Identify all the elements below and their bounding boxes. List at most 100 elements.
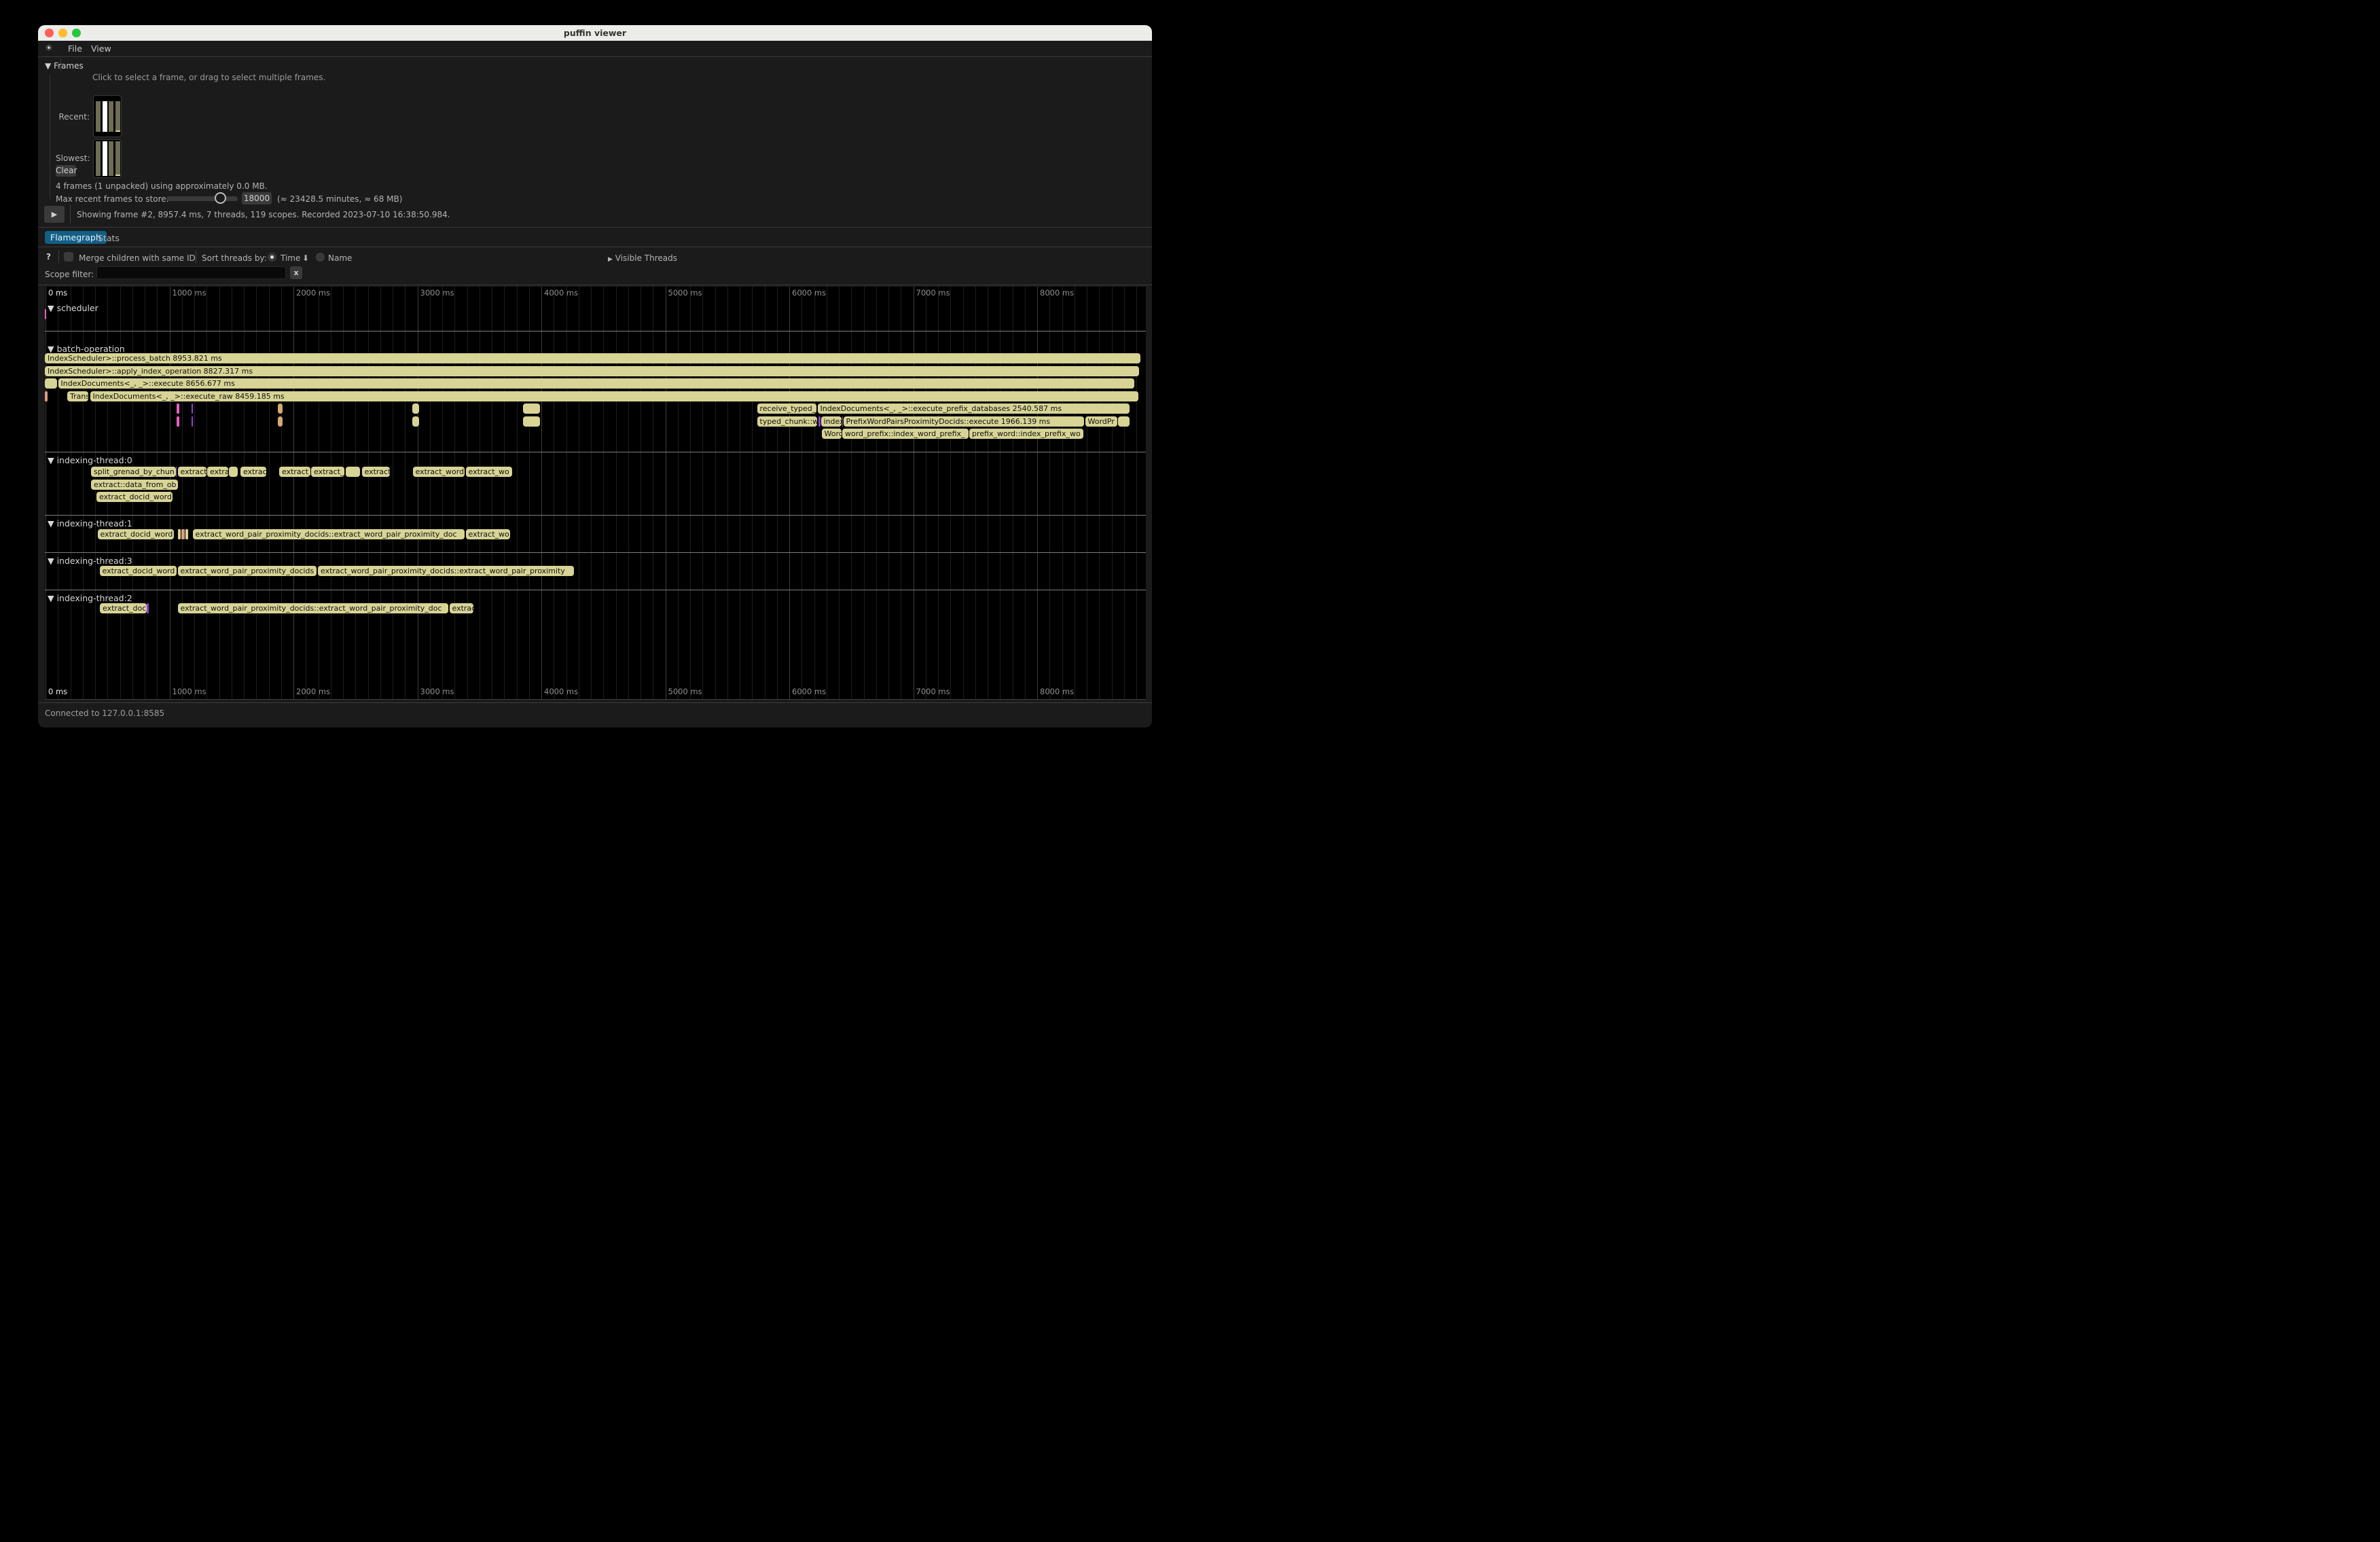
help-button[interactable]: ?	[46, 252, 51, 262]
scope-bar[interactable]: IndexDocuments<_, _>::execute_prefix_dat…	[818, 404, 1130, 414]
slowest-frames-thumbnail[interactable]	[93, 139, 122, 178]
sort-name-radio[interactable]	[316, 253, 325, 262]
scope-bar[interactable]	[177, 416, 179, 427]
thread-header-indexing-thread:1[interactable]: ▼ indexing-thread:1	[48, 518, 132, 528]
clear-button[interactable]: Clear	[56, 165, 76, 177]
scope-bar[interactable]	[278, 416, 283, 427]
thread-header-indexing-thread:3[interactable]: ▼ indexing-thread:3	[48, 556, 132, 566]
tab-stats[interactable]: Stats	[98, 233, 120, 243]
scope-bar[interactable]: Trans	[67, 391, 88, 401]
grid-line	[281, 287, 282, 700]
clear-filter-button[interactable]: x	[290, 266, 302, 279]
scope-bar[interactable]	[147, 603, 149, 613]
scope-bar[interactable]	[842, 416, 844, 427]
scope-bar[interactable]: extrac	[240, 467, 266, 477]
scope-bar[interactable]: extract_word_pair_proximity_docids::extr…	[193, 529, 465, 539]
frame-bar[interactable]	[103, 141, 107, 176]
scope-bar[interactable]	[177, 404, 179, 414]
scope-bar[interactable]: extract	[362, 467, 391, 477]
frame-bar[interactable]	[109, 141, 113, 176]
scope-bar[interactable]: extract_word_pair_proximity_docids	[178, 566, 317, 576]
recent-frames-thumbnail[interactable]	[93, 95, 122, 137]
frame-bar[interactable]	[109, 101, 113, 132]
scope-bar[interactable]	[818, 416, 821, 427]
scope-bar[interactable]	[412, 416, 419, 427]
axis-tick-label: 3000 ms	[420, 687, 454, 696]
frame-bar[interactable]	[115, 141, 120, 176]
frame-bar[interactable]	[103, 101, 107, 132]
scope-bar[interactable]	[229, 467, 238, 477]
frames-section-header[interactable]: ▼ Frames	[45, 61, 84, 71]
theme-toggle-icon[interactable]: ☀	[42, 42, 56, 56]
scope-bar[interactable]	[181, 529, 185, 539]
sort-time-label[interactable]: Time	[281, 253, 300, 263]
scope-bar[interactable]: extract_doc	[100, 603, 147, 613]
sort-direction-icon[interactable]: ⬇	[302, 253, 309, 263]
scope-bar[interactable]	[45, 309, 46, 319]
thread-header-scheduler[interactable]: ▼ scheduler	[48, 303, 98, 313]
frame-bar[interactable]	[115, 101, 120, 132]
scope-bar[interactable]	[278, 404, 283, 414]
scope-bar[interactable]: typed_chunk::w	[757, 416, 817, 427]
flamegraph-canvas[interactable]: 0 ms0 ms1000 ms1000 ms2000 ms2000 ms3000…	[45, 287, 1146, 700]
scope-bar[interactable]	[45, 391, 48, 401]
scope-bar[interactable]: extract_wo	[466, 529, 511, 539]
scope-bar[interactable]: receive_typed_	[757, 404, 816, 414]
scope-bar[interactable]: prefix_word::index_prefix_wo	[969, 429, 1083, 439]
scope-bar[interactable]: extract	[178, 467, 206, 477]
scope-filter-input[interactable]	[96, 266, 286, 279]
scope-bar[interactable]: extrac	[450, 603, 474, 613]
scope-bar[interactable]: extract_docid_word	[96, 492, 173, 502]
max-frames-slider[interactable]	[166, 196, 238, 201]
grid-line	[814, 287, 815, 700]
frame-bar[interactable]	[96, 141, 101, 176]
scope-bar[interactable]: index	[821, 416, 842, 427]
thread-header-indexing-thread:0[interactable]: ▼ indexing-thread:0	[48, 455, 132, 465]
visible-threads-toggle[interactable]: ▶ Visible Threads	[608, 253, 677, 263]
scope-bar[interactable]: extract_	[279, 467, 310, 477]
menu-file[interactable]: File	[68, 43, 82, 54]
merge-children-checkbox[interactable]	[64, 252, 73, 262]
scope-bar[interactable]	[523, 416, 540, 427]
scope-bar[interactable]	[176, 467, 177, 477]
sort-time-radio[interactable]	[268, 253, 276, 262]
grid-line	[603, 287, 604, 700]
scope-label: extra	[207, 467, 228, 477]
scope-bar[interactable]: IndexDocuments<_, _>::execute_raw 8459.1…	[90, 391, 1139, 401]
scope-bar[interactable]: extract::data_from_ob	[91, 480, 178, 490]
scope-bar[interactable]	[412, 404, 419, 414]
scope-bar[interactable]: Word	[822, 429, 842, 439]
scope-bar[interactable]: extract_word	[413, 467, 465, 477]
scope-bar[interactable]: IndexDocuments<_, _>::execute 8656.677 m…	[58, 378, 1134, 389]
sort-name-label[interactable]: Name	[328, 253, 352, 263]
scope-bar[interactable]: extract_word_pair_proximity_docids::extr…	[318, 566, 574, 576]
scope-bar[interactable]: split_grenad_by_chun	[91, 467, 176, 477]
scope-bar[interactable]	[192, 416, 193, 427]
play-button[interactable]: ▶	[44, 206, 65, 223]
scope-bar[interactable]: IndexScheduler>::apply_index_operation 8…	[45, 366, 1139, 376]
scope-bar[interactable]	[523, 404, 540, 414]
scope-bar[interactable]: IndexScheduler>::process_batch 8953.821 …	[45, 353, 1140, 363]
thread-header-batch-operation[interactable]: ▼ batch-operation	[48, 344, 125, 354]
scope-bar[interactable]	[346, 467, 360, 477]
scope-bar[interactable]: WordPr	[1085, 416, 1117, 427]
scope-bar[interactable]	[1118, 416, 1130, 427]
scope-bar[interactable]: extract_word_pair_proximity_docids::extr…	[178, 603, 449, 613]
scope-bar[interactable]: extract_wo	[466, 467, 512, 477]
scope-bar[interactable]	[192, 404, 193, 414]
menu-view[interactable]: View	[91, 43, 111, 54]
scope-bar[interactable]: extra	[207, 467, 228, 477]
scope-bar[interactable]	[45, 378, 57, 389]
scope-bar[interactable]: PrefixWordPairsProximityDocids::execute …	[844, 416, 1084, 427]
scope-bar[interactable]: extract_	[311, 467, 344, 477]
scope-bar[interactable]: extract_docid_word	[100, 566, 177, 576]
frame-bar[interactable]	[96, 101, 101, 132]
scope-bar[interactable]	[178, 529, 181, 539]
scope-bar[interactable]	[185, 529, 188, 539]
grid-line	[715, 287, 716, 700]
thread-header-indexing-thread:2[interactable]: ▼ indexing-thread:2	[48, 593, 132, 603]
slider-knob[interactable]	[215, 192, 226, 204]
scope-bar[interactable]: word_prefix::index_word_prefix_	[842, 429, 969, 439]
max-frames-value[interactable]: 18000	[242, 192, 272, 204]
scope-bar[interactable]: extract_docid_word	[98, 529, 175, 539]
